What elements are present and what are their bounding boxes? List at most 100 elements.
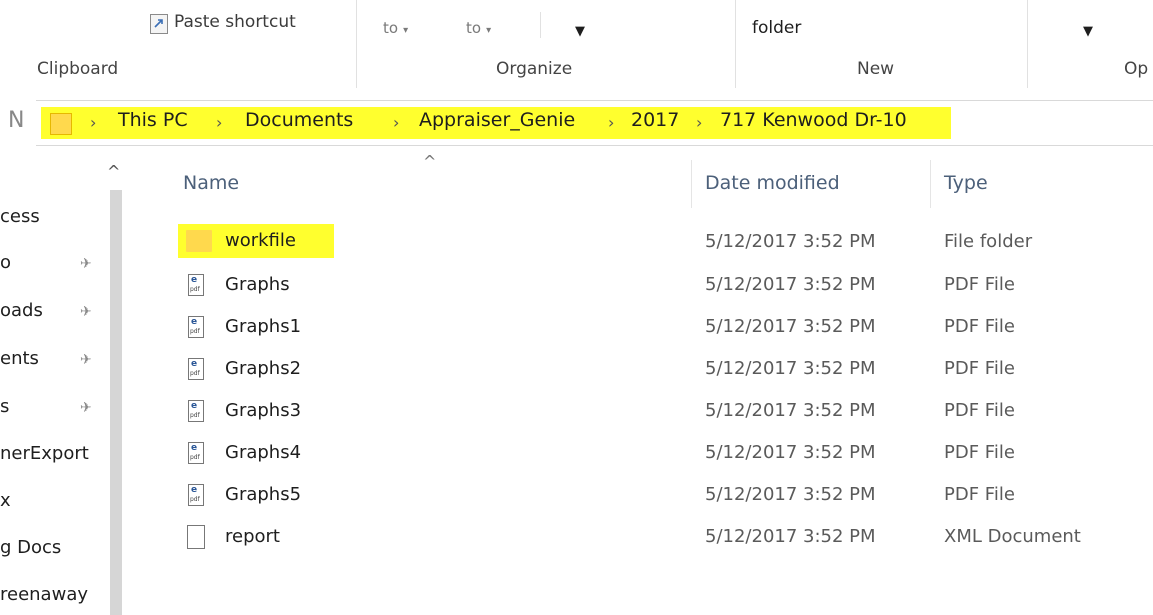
chevron-down-icon: ▾ [486,25,492,36]
chevron-down-icon: ▾ [403,25,409,36]
nav-item-label: nerExport [0,443,89,464]
delete-dropdown-button[interactable]: ▼ [575,20,591,40]
chevron-right-icon: › [393,113,400,132]
new-folder-button[interactable]: folder [752,18,832,44]
nav-item[interactable]: x [0,490,11,511]
pin-icon[interactable]: ✈ [80,352,92,368]
file-date: 5/12/2017 3:52 PM [705,484,876,505]
nav-item-label: ents [0,348,39,369]
file-name: Graphs4 [225,442,302,463]
divider [735,0,736,88]
column-header-date[interactable]: Date modified [705,172,925,202]
file-date: 5/12/2017 3:52 PM [705,231,876,252]
group-label-organize: Organize [496,59,573,79]
chevron-right-icon: › [696,113,703,132]
address-bar[interactable]: › This PC › Documents › Appraiser_Genie … [36,100,1153,146]
copy-to-button[interactable]: to ▾ [466,18,516,44]
file-type: PDF File [944,442,1015,463]
file-date: 5/12/2017 3:52 PM [705,274,876,295]
breadcrumb-item[interactable]: Documents [245,109,353,131]
navigation-pane: ^ cess o ✈ oads ✈ ents ✈ s ✈ nerExport x… [0,160,120,615]
nav-item-label: x [0,490,11,511]
caret-down-icon: ▼ [575,24,585,39]
pin-icon[interactable]: ✈ [80,304,92,320]
column-divider[interactable] [930,160,931,208]
file-date: 5/12/2017 3:52 PM [705,442,876,463]
new-folder-label: folder [752,18,802,38]
file-type: PDF File [944,400,1015,421]
pdf-icon: e pdf [188,484,204,506]
file-name: report [225,526,280,547]
column-divider[interactable] [691,160,692,208]
ribbon: Paste shortcut to ▾ to ▾ ▼ folder ▼ Clip… [0,0,1153,88]
nav-item[interactable]: o [0,252,11,273]
nav-item-label: oads [0,300,43,321]
divider [540,12,541,38]
breadcrumb-item[interactable]: 2017 [631,109,679,131]
nav-item[interactable]: cess [0,206,40,227]
paste-shortcut-label: Paste shortcut [174,12,296,32]
nav-item-label: s [0,396,10,417]
column-header-name[interactable]: Name [183,172,688,202]
paste-shortcut-button[interactable]: Paste shortcut [148,10,338,38]
nav-item[interactable]: reenaway [0,584,88,605]
nav-item[interactable]: ents [0,348,39,369]
document-icon [187,525,205,549]
group-label-new: New [857,59,895,79]
group-label-open: Op [1124,59,1149,79]
file-name: Graphs1 [225,316,302,337]
pdf-icon: e pdf [188,400,204,422]
properties-dropdown-button[interactable]: ▼ [1083,20,1099,40]
file-name: Graphs2 [225,358,302,379]
divider [356,0,357,88]
column-header-label: Type [944,172,988,194]
scroll-up-icon[interactable]: ^ [107,162,120,181]
pin-icon[interactable]: ✈ [80,256,92,272]
breadcrumb-item[interactable]: This PC [118,109,188,131]
file-type: XML Document [944,526,1081,547]
file-row[interactable]: e pdf Graphs3 5/12/2017 3:52 PM PDF File [160,391,1150,431]
move-to-button[interactable]: to ▾ [383,18,433,44]
folder-icon [186,230,212,252]
divider [1027,0,1028,88]
pdf-icon: e pdf [188,274,204,296]
file-row[interactable]: report 5/12/2017 3:52 PM XML Document [160,517,1150,557]
paste-shortcut-icon [150,14,168,34]
file-row[interactable]: e pdf Graphs 5/12/2017 3:52 PM PDF File [160,265,1150,305]
breadcrumb-item[interactable]: 717 Kenwood Dr-10 [720,109,907,131]
nav-item[interactable]: g Docs [0,537,61,558]
column-header-type[interactable]: Type [944,172,1144,202]
nav-item[interactable]: s [0,396,9,417]
move-to-label: to [383,19,399,37]
group-label-clipboard: Clipboard [37,59,119,79]
file-type: File folder [944,231,1033,252]
file-row[interactable]: e pdf Graphs1 5/12/2017 3:52 PM PDF File [160,307,1150,347]
file-row[interactable]: workfile 5/12/2017 3:52 PM File folder [160,222,1150,262]
copy-to-label: to [466,19,482,37]
pin-icon[interactable]: ✈ [80,400,92,416]
nav-item-label: g Docs [0,537,62,558]
nav-item-label: cess [0,206,40,227]
file-row[interactable]: e pdf Graphs2 5/12/2017 3:52 PM PDF File [160,349,1150,389]
nav-item[interactable]: oads [0,300,43,321]
file-row[interactable]: e pdf Graphs4 5/12/2017 3:52 PM PDF File [160,433,1150,473]
file-date: 5/12/2017 3:52 PM [705,400,876,421]
file-type: PDF File [944,274,1015,295]
file-date: 5/12/2017 3:52 PM [705,316,876,337]
nav-scrollbar[interactable] [110,190,122,615]
file-row[interactable]: e pdf Graphs5 5/12/2017 3:52 PM PDF File [160,475,1150,515]
pdf-icon: e pdf [188,358,204,380]
nav-arrow-partial[interactable]: N [8,108,24,133]
file-date: 5/12/2017 3:52 PM [705,358,876,379]
file-name: Graphs [225,274,290,295]
column-header-label: Name [183,172,240,194]
pdf-icon: e pdf [188,442,204,464]
nav-item[interactable]: nerExport [0,443,89,464]
file-type: PDF File [944,484,1015,505]
folder-icon [50,113,72,135]
file-name: Graphs5 [225,484,302,505]
sort-ascending-icon: ^ [423,152,437,171]
chevron-right-icon: › [90,113,97,132]
caret-down-icon: ▼ [1083,24,1093,39]
breadcrumb-item[interactable]: Appraiser_Genie [419,109,575,131]
